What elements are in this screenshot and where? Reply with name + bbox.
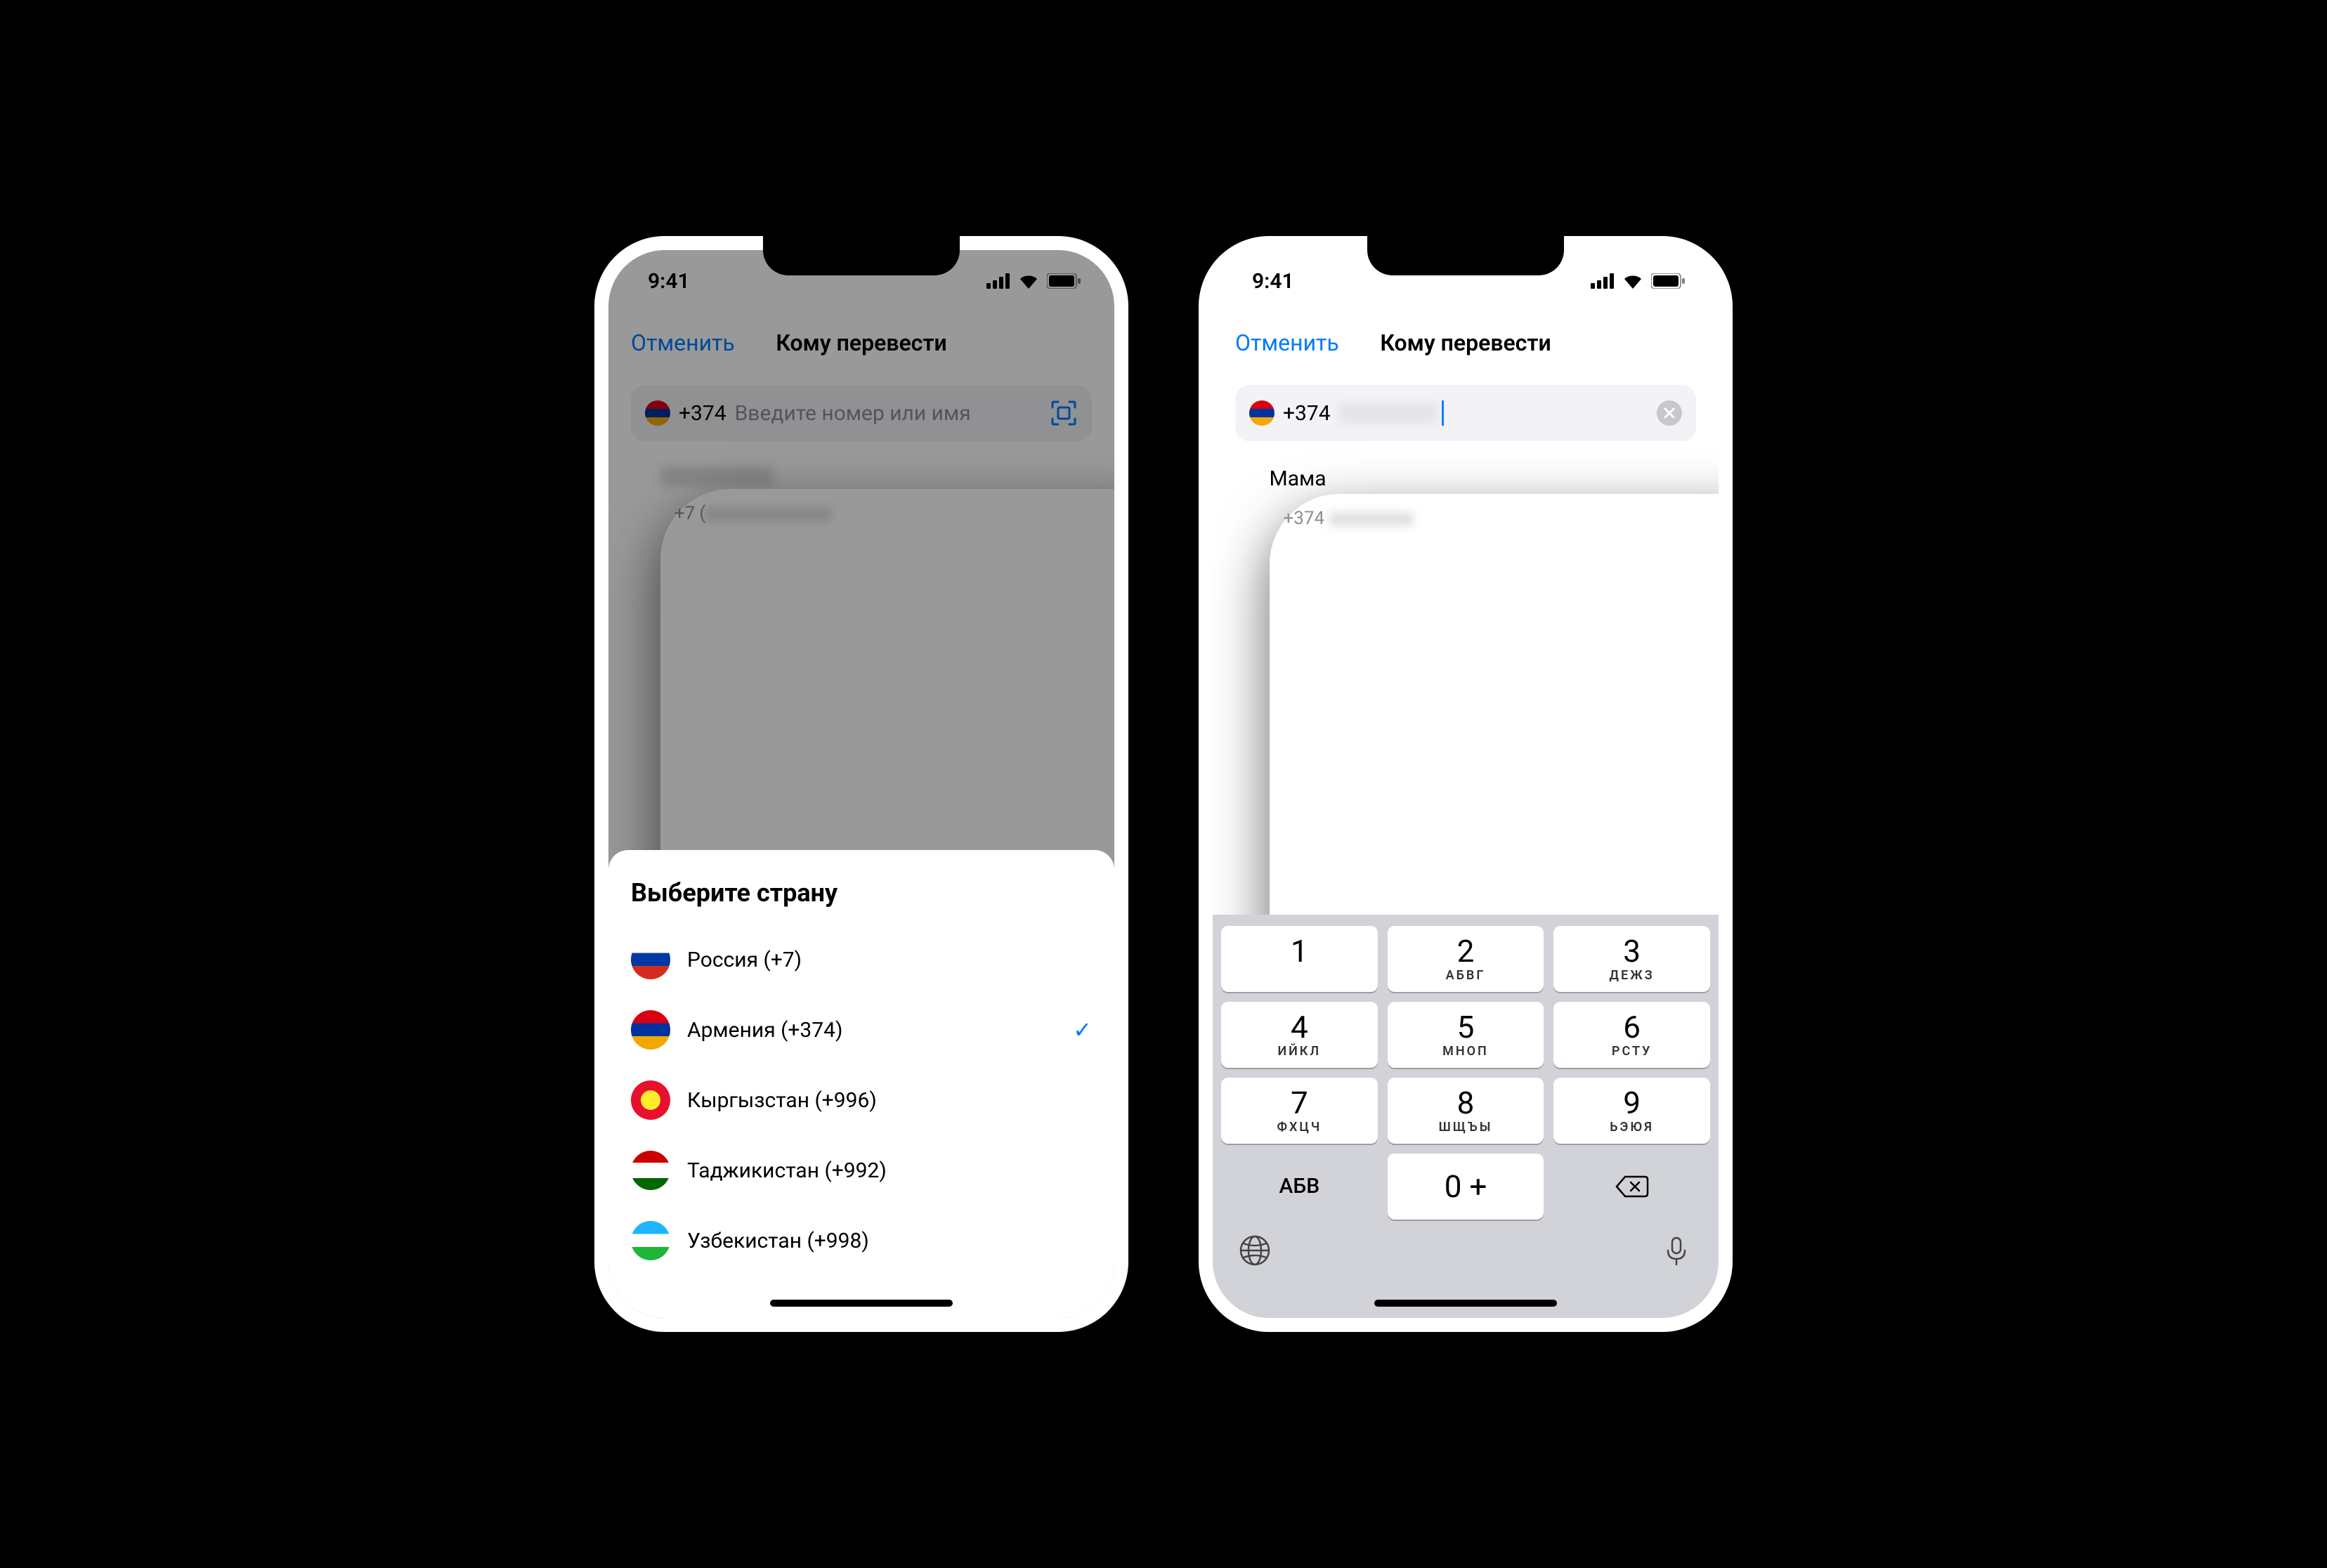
key-letters: ШЩЪЫ bbox=[1439, 1120, 1493, 1135]
key-digit: 6 bbox=[1623, 1012, 1641, 1043]
status-time: 9:41 bbox=[1252, 269, 1294, 294]
globe-icon[interactable] bbox=[1238, 1234, 1272, 1267]
country-row[interactable]: Россия (+7) bbox=[631, 925, 1092, 995]
key-digit: 7 bbox=[1291, 1087, 1308, 1118]
key-0[interactable]: 0 + bbox=[1388, 1154, 1544, 1220]
check-icon: ✓ bbox=[1073, 1017, 1092, 1043]
sheet-title: Выберите страну bbox=[631, 878, 1092, 908]
key-abc[interactable]: АБВ bbox=[1221, 1154, 1378, 1220]
key-letters: РСТУ bbox=[1612, 1044, 1652, 1059]
flag-icon bbox=[631, 940, 670, 979]
screen-left: 9:41 Отменить Кому перевести +374 Введит… bbox=[608, 250, 1114, 1318]
country-row[interactable]: Узбекистан (+998) bbox=[631, 1206, 1092, 1276]
search-input[interactable] bbox=[1339, 400, 1648, 426]
country-row[interactable]: Кыргызстан (+996) bbox=[631, 1065, 1092, 1135]
key-9[interactable]: 9 ЬЭЮЯ bbox=[1553, 1078, 1710, 1144]
flag-icon bbox=[631, 1221, 670, 1260]
key-digit: 3 bbox=[1623, 936, 1641, 967]
country-row[interactable]: Таджикистан (+992) bbox=[631, 1135, 1092, 1206]
key-6[interactable]: 6РСТУ bbox=[1553, 1002, 1710, 1068]
flag-icon bbox=[631, 1080, 670, 1120]
key-8[interactable]: 8 ШЩЪЫ bbox=[1388, 1078, 1544, 1144]
notch bbox=[763, 236, 960, 275]
home-indicator[interactable] bbox=[1374, 1300, 1557, 1307]
key-digit: 1 bbox=[1291, 936, 1308, 967]
key-digit: 2 bbox=[1457, 936, 1475, 967]
text-cursor bbox=[1442, 400, 1444, 426]
backspace-icon bbox=[1615, 1174, 1649, 1199]
country-label: Россия (+7) bbox=[687, 948, 1092, 972]
country-label: Армения (+374) bbox=[687, 1018, 1056, 1043]
wifi-icon bbox=[1622, 273, 1644, 289]
key-letters: ИЙКЛ bbox=[1278, 1044, 1322, 1059]
phone-frame-right: 9:41 Отменить Кому перевести +374 М bbox=[1199, 236, 1733, 1332]
key-letters: ФХЦЧ bbox=[1277, 1120, 1322, 1135]
key-4[interactable]: 4ИЙКЛ bbox=[1221, 1002, 1378, 1068]
clear-icon[interactable] bbox=[1657, 400, 1682, 426]
nav-bar: Отменить Кому перевести bbox=[1213, 312, 1719, 374]
key-1[interactable]: 1 bbox=[1221, 926, 1378, 992]
mic-icon[interactable] bbox=[1660, 1234, 1693, 1267]
battery-icon bbox=[1651, 273, 1685, 289]
signal-icon bbox=[1591, 273, 1615, 289]
key-letters: ЬЭЮЯ bbox=[1610, 1120, 1654, 1135]
country-flag-icon[interactable] bbox=[1249, 400, 1275, 426]
key-7[interactable]: 7 ФХЦЧ bbox=[1221, 1078, 1378, 1144]
key-letters: МНОП bbox=[1442, 1044, 1489, 1059]
country-label: Узбекистан (+998) bbox=[687, 1229, 1092, 1253]
key-digit: 9 bbox=[1623, 1087, 1641, 1118]
key-letters: АБВГ bbox=[1446, 968, 1486, 983]
cancel-button[interactable]: Отменить bbox=[1235, 329, 1339, 356]
key-digit: 8 bbox=[1457, 1087, 1475, 1118]
key-2[interactable]: 2АБВГ bbox=[1388, 926, 1544, 992]
contact-name: Мама bbox=[1270, 466, 1719, 491]
phone-prefix: +374 bbox=[1283, 401, 1331, 426]
search-bar[interactable]: +374 bbox=[1235, 385, 1696, 441]
home-indicator[interactable] bbox=[770, 1300, 953, 1307]
key-3[interactable]: 3ДЕЖЗ bbox=[1553, 926, 1710, 992]
flag-icon bbox=[631, 1151, 670, 1190]
flag-icon bbox=[631, 1010, 670, 1050]
screen-right: 9:41 Отменить Кому перевести +374 М bbox=[1213, 250, 1719, 1318]
phone-frame-left: 9:41 Отменить Кому перевести +374 Введит… bbox=[594, 236, 1128, 1332]
status-icons bbox=[1591, 273, 1685, 289]
country-label: Кыргызстан (+996) bbox=[687, 1088, 1092, 1113]
numeric-keypad: 1 2АБВГ3ДЕЖЗ4ИЙКЛ5МНОП6РСТУ7ФХЦЧ8ШЩЪЫ9ЬЭ… bbox=[1213, 915, 1719, 1318]
country-row[interactable]: Армения (+374) ✓ bbox=[631, 995, 1092, 1065]
notch bbox=[1367, 236, 1564, 275]
country-picker-sheet: Выберите страну Россия (+7) Армения (+37… bbox=[608, 850, 1114, 1318]
key-backspace[interactable] bbox=[1553, 1154, 1710, 1220]
countries-list: Россия (+7) Армения (+374) ✓ Кыргызстан … bbox=[631, 925, 1092, 1276]
key-letters: ДЕЖЗ bbox=[1610, 968, 1655, 983]
key-digit: 5 bbox=[1457, 1012, 1475, 1043]
key-5[interactable]: 5МНОП bbox=[1388, 1002, 1544, 1068]
key-digit: 4 bbox=[1291, 1012, 1308, 1043]
country-label: Таджикистан (+992) bbox=[687, 1158, 1092, 1183]
